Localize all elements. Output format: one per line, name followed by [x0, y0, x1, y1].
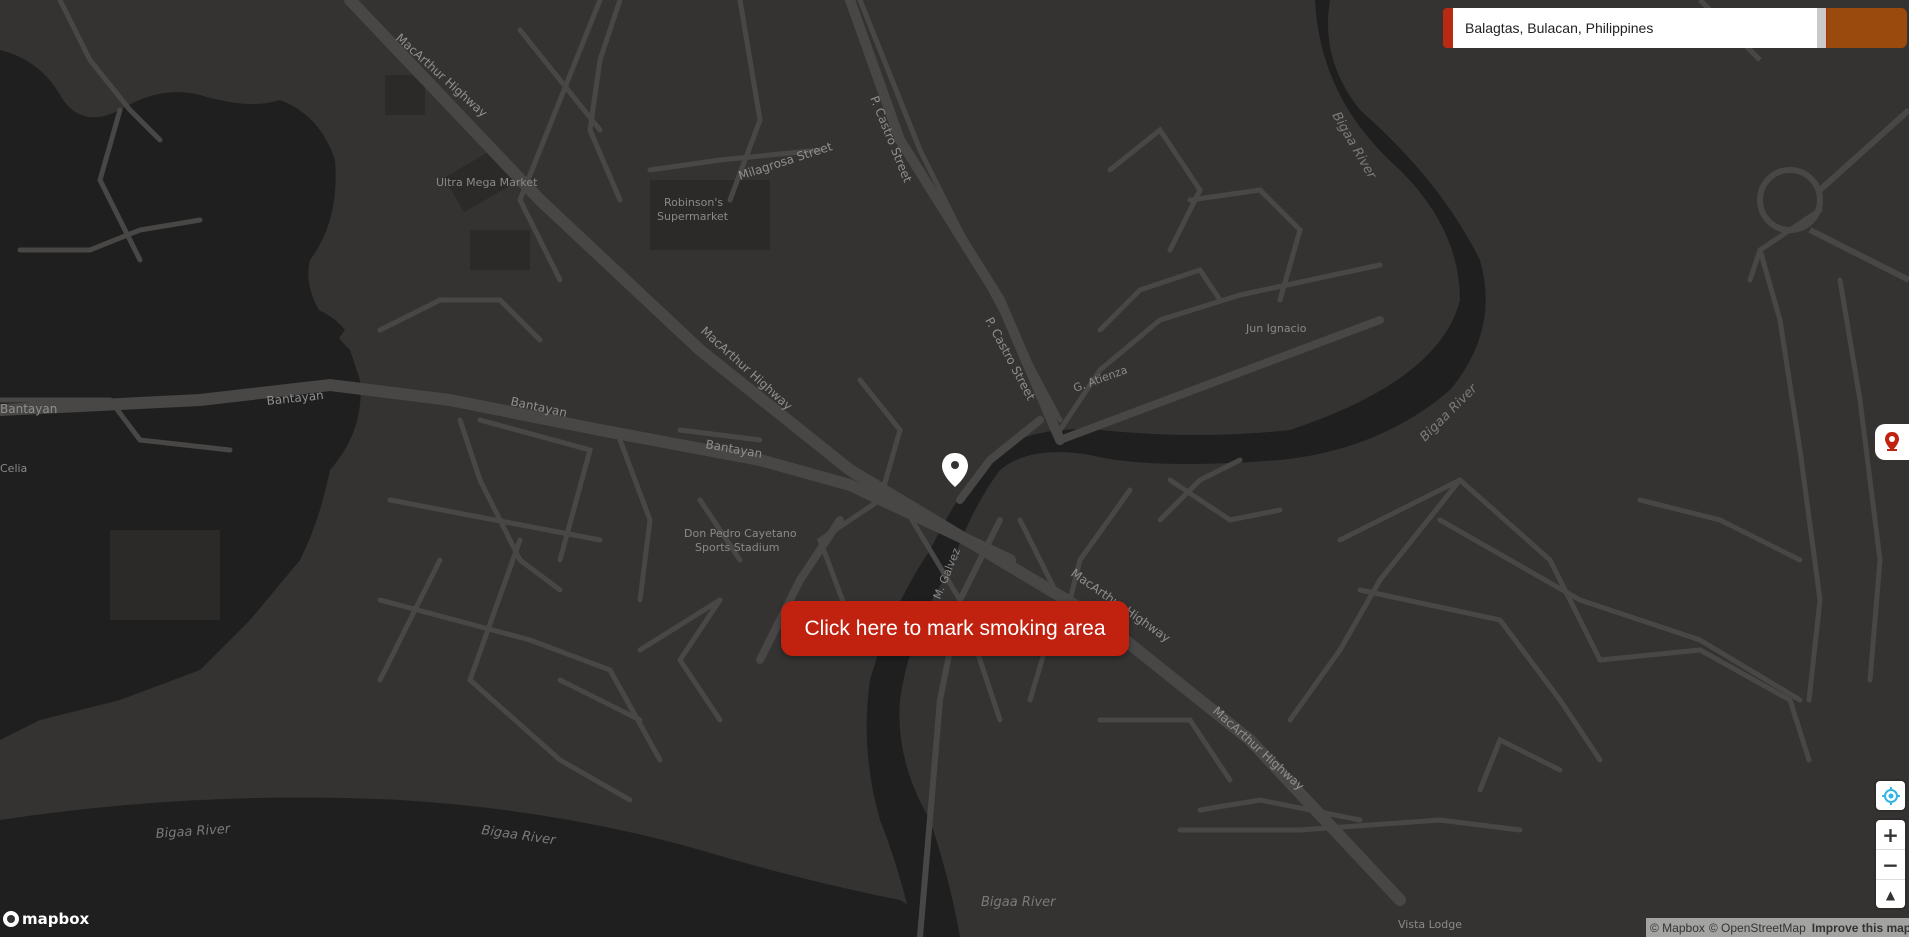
- geolocate-button[interactable]: [1876, 781, 1905, 810]
- mapbox-logo[interactable]: mapbox: [3, 910, 89, 928]
- improve-map-link[interactable]: Improve this map: [1812, 921, 1909, 935]
- label-celia: Celia: [0, 462, 27, 475]
- compass-icon[interactable]: ▲: [1876, 880, 1905, 909]
- label-don-pedro-1: Don Pedro Cayetano: [684, 527, 797, 540]
- search-scrollbar[interactable]: [1817, 8, 1826, 48]
- mapbox-logo-text: mapbox: [22, 910, 90, 928]
- geolocate-icon: [1881, 786, 1900, 805]
- label-bigaa-5: Bigaa River: [981, 895, 1057, 910]
- zoom-controls: + − ▲: [1876, 820, 1905, 908]
- label-jun-ignacio: Jun Ignacio: [1245, 322, 1307, 335]
- search-input[interactable]: [1453, 8, 1817, 48]
- attribution-bar: © Mapbox © OpenStreetMap Improve this ma…: [1646, 918, 1909, 937]
- location-marker-icon: [1885, 432, 1899, 451]
- label-robinsons-2: Supermarket: [657, 210, 729, 223]
- label-ultra-mega: Ultra Mega Market: [436, 176, 538, 189]
- zoom-in-button[interactable]: +: [1876, 820, 1905, 850]
- side-location-tab[interactable]: [1875, 424, 1909, 460]
- label-bantayan-1: Bantayan: [0, 402, 57, 416]
- search-button[interactable]: [1827, 8, 1907, 48]
- attribution-osm[interactable]: © OpenStreetMap: [1709, 921, 1806, 935]
- zoom-out-button[interactable]: −: [1876, 850, 1905, 880]
- label-vista-lodge: Vista Lodge: [1398, 918, 1462, 931]
- label-robinsons-1: Robinson's: [664, 196, 723, 209]
- mark-smoking-area-button[interactable]: Click here to mark smoking area: [781, 601, 1129, 656]
- label-don-pedro-2: Sports Stadium: [695, 541, 780, 554]
- attribution-mapbox[interactable]: © Mapbox: [1650, 921, 1705, 935]
- mapbox-logo-icon: [3, 911, 19, 927]
- map-canvas[interactable]: MacArthur Highway MacArthur Highway MacA…: [0, 0, 1909, 937]
